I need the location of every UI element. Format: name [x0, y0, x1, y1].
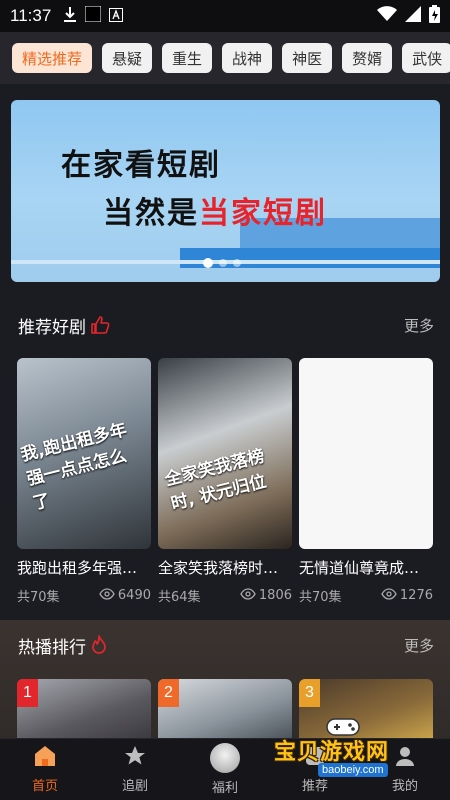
banner-subheadline: 当然是当家短剧 — [103, 188, 327, 232]
tab-war-god[interactable]: 战神 — [222, 43, 273, 73]
tab-martial-arts[interactable]: 武侠 — [402, 43, 450, 73]
nav-following[interactable]: 追剧 — [90, 739, 180, 800]
view-count-value: 1806 — [258, 588, 292, 603]
star-icon — [124, 745, 146, 771]
ranked-drama-card[interactable]: 1 — [17, 679, 151, 739]
rank-badge: 2 — [158, 679, 179, 707]
banner-dot[interactable] — [219, 259, 227, 267]
drama-title[interactable]: 全家笑我落榜时… — [158, 557, 292, 578]
banner-dot[interactable] — [233, 259, 241, 267]
episode-count: 共64集 — [158, 590, 201, 605]
app-notification-icon — [109, 7, 124, 26]
tab-miracle-doctor[interactable]: 神医 — [282, 43, 333, 73]
status-bar: 11:37 — [0, 0, 450, 32]
drama-card[interactable]: 无情道仙尊竟成… 共70集 1276 — [299, 358, 433, 605]
episode-count: 共70集 — [299, 590, 342, 605]
hot-more-link[interactable]: 更多 — [404, 635, 434, 656]
drama-card[interactable]: 全家笑我落榜时, 状元归位 全家笑我落榜时… 共64集 1806 — [158, 358, 292, 605]
drama-poster[interactable]: 我,跑出租多年 强一点点怎么了 — [17, 358, 151, 549]
watermark-url: baobeiy.com — [318, 763, 388, 777]
episode-count: 共70集 — [17, 590, 60, 605]
banner-headline: 在家看短剧 — [61, 148, 221, 183]
recommend-more-link[interactable]: 更多 — [404, 315, 434, 336]
section-title: 热播排行 — [18, 637, 86, 658]
watermark-text: 宝贝游戏网 — [274, 740, 390, 765]
gift-circle-icon — [210, 743, 240, 773]
nav-label: 首页 — [31, 779, 58, 794]
battery-icon — [429, 5, 440, 27]
status-indicators — [377, 5, 440, 27]
status-time: 11:37 — [10, 6, 52, 25]
home-icon — [33, 745, 57, 771]
download-icon — [63, 6, 77, 26]
view-count: 1806 — [240, 587, 292, 604]
view-count-value: 1276 — [399, 588, 433, 603]
tab-suspense[interactable]: 悬疑 — [102, 43, 153, 73]
banner-subheadline-prefix: 当然是 — [103, 196, 199, 231]
drama-title[interactable]: 无情道仙尊竟成… — [299, 557, 433, 578]
drama-poster[interactable]: 全家笑我落榜时, 状元归位 — [158, 358, 292, 549]
banner-pagination — [203, 258, 241, 268]
nav-home[interactable]: 首页 — [0, 739, 90, 800]
poster-title-art: 全家笑我落榜时, 状元归位 — [162, 446, 269, 515]
tab-son-in-law[interactable]: 赘婿 — [342, 43, 393, 73]
eye-icon — [99, 587, 115, 604]
banner-dot[interactable] — [203, 258, 213, 268]
category-tabs: 精选推荐 悬疑 重生 战神 神医 赘婿 武侠 — [0, 32, 450, 84]
eye-icon — [240, 587, 256, 604]
view-count-value: 6490 — [117, 588, 151, 603]
promo-banner[interactable]: 在家看短剧 当然是当家短剧 — [11, 100, 440, 282]
thumbs-up-icon — [90, 315, 110, 335]
nav-label: 福利 — [211, 781, 238, 796]
wifi-icon — [377, 6, 397, 26]
eye-icon — [381, 587, 397, 604]
notification-square-icon — [84, 5, 102, 26]
drama-title[interactable]: 我跑出租多年强… — [17, 557, 151, 578]
drama-card[interactable]: 我,跑出租多年 强一点点怎么了 我跑出租多年强… 共70集 6490 — [17, 358, 151, 605]
drama-poster[interactable] — [299, 358, 433, 549]
site-watermark: 宝贝游戏网 baobeiy.com — [268, 718, 428, 800]
banner-brand-name: 当家短剧 — [199, 196, 327, 231]
view-count: 6490 — [99, 587, 151, 604]
recommend-list: 我,跑出租多年 强一点点怎么了 我跑出租多年强… 共70集 6490 全家笑我落… — [17, 358, 437, 605]
drama-meta: 共70集 6490 — [17, 586, 151, 605]
drama-meta: 共64集 1806 — [158, 586, 292, 605]
flame-icon — [90, 635, 108, 655]
drama-meta: 共70集 1276 — [299, 586, 433, 605]
recommend-section-header: 推荐好剧 更多 — [0, 305, 450, 345]
rank-badge: 3 — [299, 679, 320, 707]
hot-section-header: 热播排行 更多 — [0, 625, 450, 665]
poster-title-art: 我,跑出租多年 强一点点怎么了 — [18, 419, 129, 515]
tab-rebirth[interactable]: 重生 — [162, 43, 213, 73]
rank-badge: 1 — [17, 679, 38, 707]
nav-label: 追剧 — [121, 779, 148, 794]
view-count: 1276 — [381, 587, 433, 604]
section-title: 推荐好剧 — [18, 317, 86, 338]
signal-icon — [405, 6, 421, 26]
tab-featured[interactable]: 精选推荐 — [12, 43, 93, 73]
nav-rewards[interactable]: 福利 — [180, 739, 270, 800]
